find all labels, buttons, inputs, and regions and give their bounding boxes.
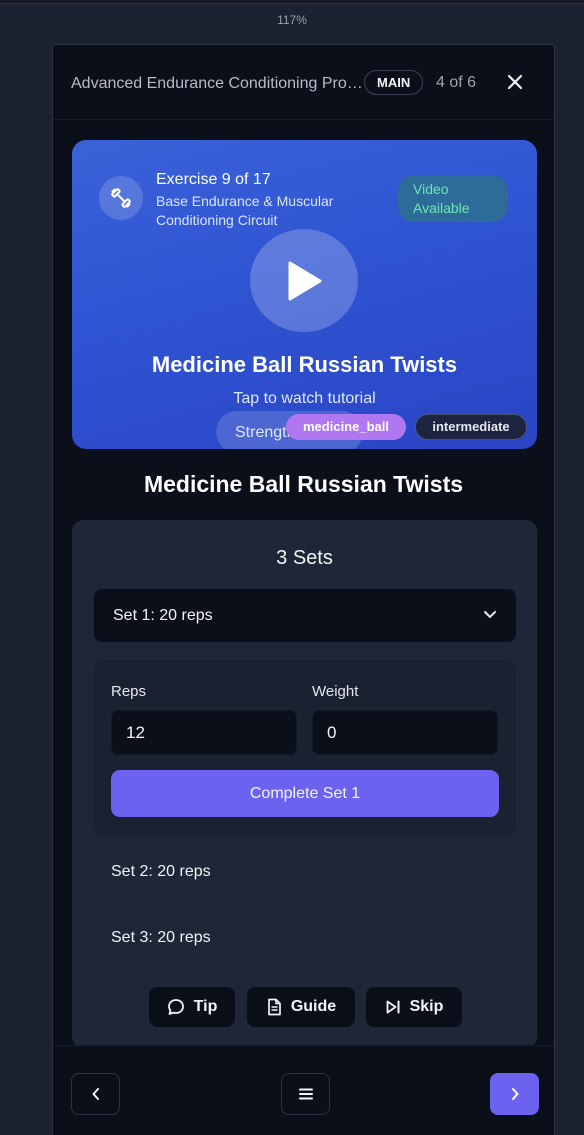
selected-set-label: Set 1: 20 reps — [113, 607, 213, 624]
hero-exercise-name: Medicine Ball Russian Twists — [151, 352, 458, 377]
zoom-level: 117% — [277, 13, 307, 27]
close-icon — [507, 74, 523, 90]
skip-forward-icon — [386, 1000, 400, 1014]
sets-count: 3 Sets — [276, 547, 333, 569]
weight-input[interactable] — [312, 710, 498, 755]
weight-label: Weight — [312, 683, 359, 700]
reps-label: Reps — [111, 683, 147, 700]
circuit-name: Base Endurance & Muscular Conditioning C… — [156, 193, 334, 228]
chevron-right-icon — [511, 1088, 518, 1100]
play-icon — [288, 261, 322, 300]
close-button[interactable] — [505, 71, 525, 93]
menu-button[interactable] — [281, 1073, 330, 1115]
tap-hint: Tap to watch tutorial — [233, 390, 376, 407]
set-selector[interactable]: Set 1: 20 reps — [94, 589, 516, 642]
video-available-badge: Video Available — [398, 175, 508, 222]
set-entry-form: Reps Weight Complete Set 1 — [94, 660, 516, 835]
set-row[interactable]: Set 3: 20 reps — [111, 929, 211, 947]
complete-set-button[interactable]: Complete Set 1 — [111, 770, 499, 817]
previous-button[interactable] — [71, 1073, 120, 1115]
exercise-position: Exercise 9 of 17 — [156, 171, 271, 188]
modal-footer — [53, 1045, 554, 1135]
block-counter: 4 of 6 — [436, 74, 477, 91]
set-row[interactable]: Set 2: 20 reps — [111, 863, 211, 881]
play-button[interactable] — [250, 229, 358, 332]
guide-label: Guide — [290, 998, 337, 1015]
skip-label: Skip — [409, 998, 444, 1015]
tip-button[interactable]: Tip — [149, 987, 235, 1027]
tip-label: Tip — [193, 998, 218, 1015]
chevron-down-icon — [484, 611, 496, 618]
workout-modal: Advanced Endurance Conditioning Program … — [52, 44, 555, 1135]
menu-icon — [298, 1088, 313, 1100]
program-title: Advanced Endurance Conditioning Program — [71, 75, 363, 92]
equipment-chip: medicine_ball — [286, 414, 406, 440]
modal-header: Advanced Endurance Conditioning Program … — [53, 45, 554, 120]
difficulty-chip: intermediate — [415, 414, 527, 440]
reps-input[interactable] — [111, 710, 297, 755]
chevron-left-icon — [92, 1088, 99, 1100]
message-bubble-icon — [167, 999, 184, 1015]
top-divider — [0, 0, 584, 4]
exercise-title: Medicine Ball Russian Twists — [143, 471, 464, 497]
skip-button[interactable]: Skip — [366, 987, 462, 1027]
sets-card: 3 Sets Set 1: 20 reps Reps Weight Comple… — [72, 520, 537, 1048]
exercise-video-card[interactable]: Exercise 9 of 17 Base Endurance & Muscul… — [72, 140, 537, 449]
next-button[interactable] — [490, 1073, 539, 1115]
document-icon — [267, 998, 281, 1016]
dumbbell-icon — [111, 188, 131, 208]
exercise-icon-badge — [99, 176, 143, 220]
main-badge: MAIN — [364, 70, 424, 95]
guide-button[interactable]: Guide — [247, 987, 355, 1027]
